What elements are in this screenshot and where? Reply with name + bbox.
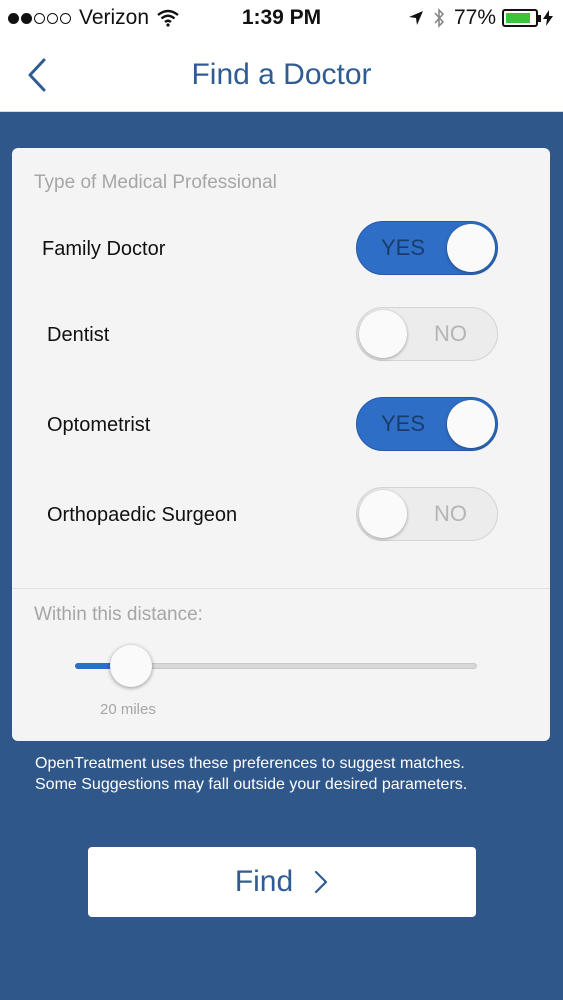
row-label-orthopaedic-surgeon: Orthopaedic Surgeon	[47, 504, 238, 526]
row-label-family-doctor: Family Doctor	[42, 238, 166, 260]
distance-slider-thumb[interactable]	[110, 645, 153, 687]
toggle-knob	[359, 310, 407, 358]
toggle-state-label: YES	[381, 235, 426, 260]
battery-icon	[502, 9, 541, 27]
navigation-bar: Find a Doctor	[0, 36, 563, 112]
preferences-footnote: OpenTreatment uses these preferences to …	[35, 753, 555, 795]
footnote-line-2: Some Suggestions may fall outside your d…	[35, 776, 468, 793]
find-button-label: Find	[234, 865, 294, 898]
section-label-professional-type: Type of Medical Professional	[34, 172, 277, 193]
toggle-knob	[447, 400, 495, 448]
optometrist-toggle[interactable]: YES	[356, 397, 498, 451]
orthopaedic-surgeon-toggle[interactable]: NO	[356, 487, 498, 541]
preferences-card: Type of Medical Professional Family Doct…	[12, 148, 550, 741]
toggle-knob	[359, 490, 407, 538]
section-label-distance: Within this distance:	[34, 604, 203, 625]
battery-level	[506, 13, 530, 23]
distance-value: 20 miles	[100, 701, 156, 718]
toggle-state-label: NO	[434, 321, 467, 346]
status-bar: Verizon 1:39 PM 77%	[0, 0, 563, 36]
family-doctor-toggle[interactable]: YES	[356, 221, 498, 275]
status-right: 77%	[408, 6, 553, 30]
charging-bolt-icon	[543, 10, 553, 26]
dentist-toggle[interactable]: NO	[356, 307, 498, 361]
location-arrow-icon	[408, 11, 423, 25]
battery-nub	[538, 15, 541, 22]
row-label-dentist: Dentist	[47, 324, 110, 346]
section-divider	[12, 588, 550, 589]
toggle-state-label: NO	[434, 501, 467, 526]
row-label-optometrist: Optometrist	[47, 414, 151, 436]
find-button[interactable]: Find	[88, 847, 476, 917]
battery-percent: 77%	[453, 6, 496, 29]
footnote-line-1: OpenTreatment uses these preferences to …	[35, 755, 465, 772]
toggle-state-label: YES	[381, 411, 426, 436]
toggle-knob	[447, 224, 495, 272]
page-title: Find a Doctor	[191, 58, 372, 91]
bluetooth-icon	[434, 8, 445, 28]
chevron-right-icon	[315, 870, 328, 894]
